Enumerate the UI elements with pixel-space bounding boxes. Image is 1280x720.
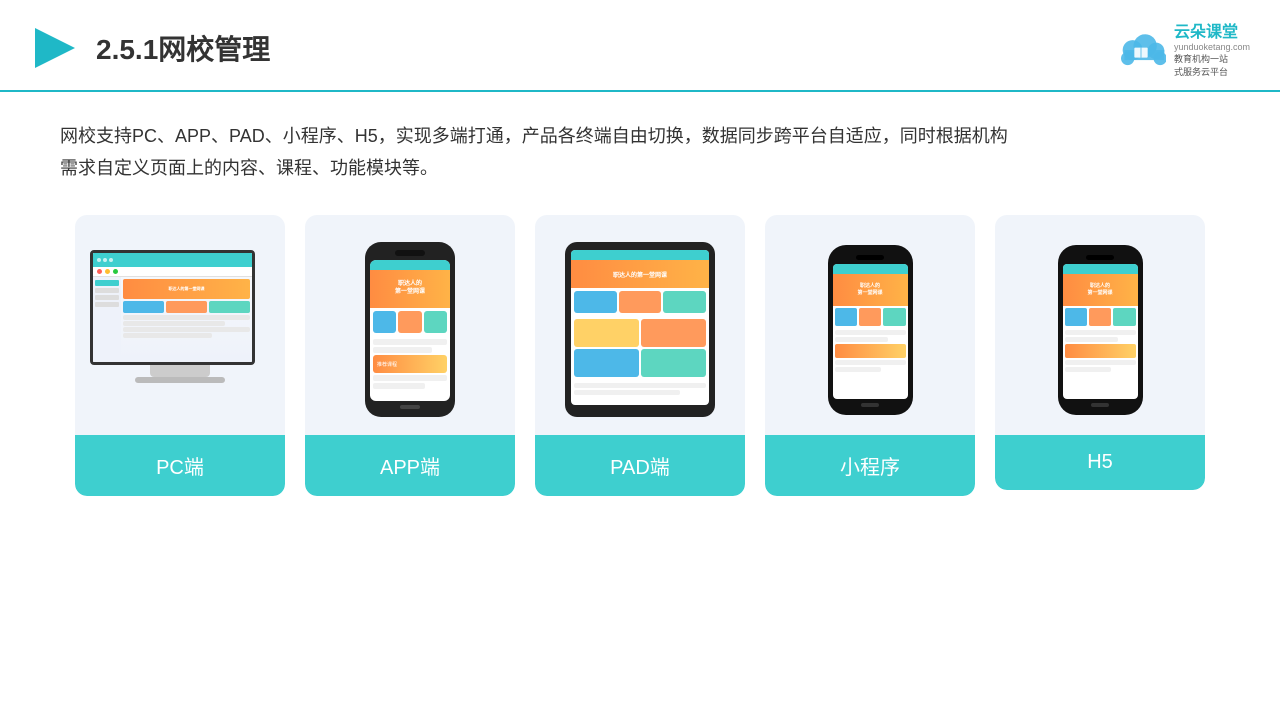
logo-text-block: 云朵课堂 yunduoketang.com 教育机构一站 式服务云平台	[1174, 18, 1250, 78]
desktop-stand	[150, 365, 210, 377]
main-content: 网校支持PC、APP、PAD、小程序、H5，实现多端打通，产品各终端自由切换，数…	[0, 92, 1280, 516]
card-pad-label: PAD端	[535, 435, 745, 496]
tablet-mockup: 职达人的第一堂网课	[565, 242, 715, 417]
desktop-base	[135, 377, 225, 383]
mini-phone-mockup-h5: 职达人的第一堂网课	[1058, 245, 1143, 415]
mini-phone-mockup-miniapp: 职达人的第一堂网课	[828, 245, 913, 415]
card-app: 职达人的第一堂网课 推荐课程	[305, 215, 515, 496]
mini-phone-screen-2: 职达人的第一堂网课	[1063, 264, 1138, 399]
tablet-screen: 职达人的第一堂网课	[571, 250, 709, 405]
mini-phone-screen-1: 职达人的第一堂网课	[833, 264, 908, 399]
cloud-logo-icon	[1116, 28, 1166, 68]
desktop-mockup: 职达人的第一堂网课	[90, 250, 270, 410]
card-h5-label: H5	[995, 435, 1205, 490]
mini-phone-notch-2	[1086, 255, 1114, 260]
card-pc-image: 职达人的第一堂网课	[75, 215, 285, 435]
card-h5: 职达人的第一堂网课	[995, 215, 1205, 490]
card-h5-image: 职达人的第一堂网课	[995, 215, 1205, 435]
phone-screen: 职达人的第一堂网课 推荐课程	[370, 260, 450, 401]
phone-notch	[395, 250, 425, 256]
card-pad-image: 职达人的第一堂网课	[535, 215, 745, 435]
logo-tagline: 教育机构一站 式服务云平台	[1174, 52, 1250, 78]
desktop-screen: 职达人的第一堂网课	[90, 250, 255, 365]
card-app-label: APP端	[305, 435, 515, 496]
logo-sub: yunduoketang.com	[1174, 42, 1250, 52]
card-miniapp-image: 职达人的第一堂网课	[765, 215, 975, 435]
card-miniapp: 职达人的第一堂网课	[765, 215, 975, 496]
mini-phone-home-2	[1091, 403, 1109, 407]
phone-mockup-app: 职达人的第一堂网课 推荐课程	[365, 242, 455, 417]
logo-name: 云朵课堂	[1174, 18, 1250, 42]
description-text: 网校支持PC、APP、PAD、小程序、H5，实现多端打通，产品各终端自由切换，数…	[60, 120, 1220, 185]
mini-phone-notch-1	[856, 255, 884, 260]
card-pc-label: PC端	[75, 435, 285, 496]
card-app-image: 职达人的第一堂网课 推荐课程	[305, 215, 515, 435]
phone-home-button	[400, 405, 420, 409]
play-icon	[30, 23, 80, 73]
header-left: 2.5.1网校管理	[30, 23, 270, 73]
mini-phone-home-1	[861, 403, 879, 407]
page-title: 2.5.1网校管理	[96, 28, 270, 68]
card-miniapp-label: 小程序	[765, 435, 975, 496]
logo-area: 云朵课堂 yunduoketang.com 教育机构一站 式服务云平台	[1116, 18, 1250, 78]
card-pad: 职达人的第一堂网课	[535, 215, 745, 496]
card-pc: 职达人的第一堂网课	[75, 215, 285, 496]
header: 2.5.1网校管理 云朵课堂 yunduoketang.com 教育机构一站 式…	[0, 0, 1280, 92]
cards-container: 职达人的第一堂网课	[60, 215, 1220, 496]
